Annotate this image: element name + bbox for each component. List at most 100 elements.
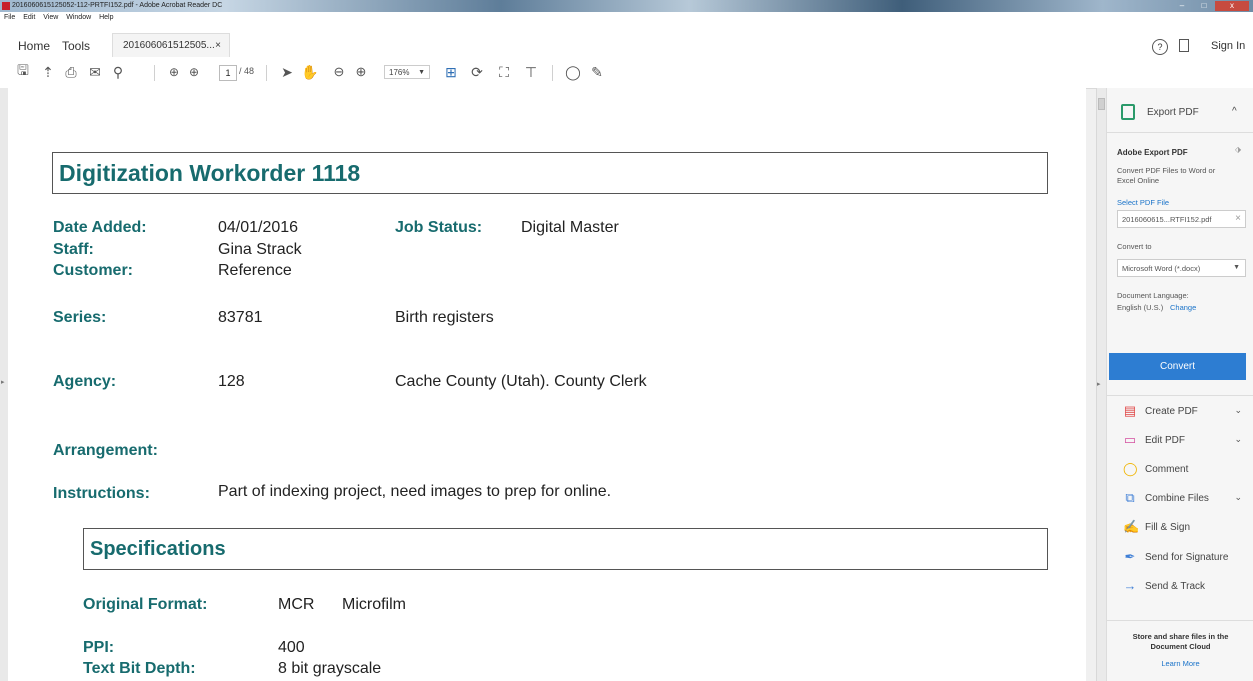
comment-icon[interactable]: ◯ xyxy=(565,63,581,81)
learn-more-link[interactable]: Learn More xyxy=(1107,659,1253,668)
tool-send-for-signature[interactable]: ✒ Send for Signature xyxy=(1107,544,1253,572)
upload-cloud-icon[interactable]: ⇡ xyxy=(40,63,56,81)
specifications-heading: Specifications xyxy=(90,538,226,560)
menu-edit[interactable]: Edit xyxy=(23,14,35,21)
collapse-panel-icon[interactable]: ▸ xyxy=(1097,380,1101,388)
next-page-icon[interactable]: ⊕ xyxy=(186,63,202,81)
select-pdf-link[interactable]: Select PDF File xyxy=(1117,198,1169,207)
document-tab-label: 201606061512505... xyxy=(123,40,215,51)
help-icon[interactable]: ? xyxy=(1152,39,1168,55)
document-language-label: Document Language: xyxy=(1117,291,1189,300)
document-language-value: English (U.S.) xyxy=(1117,303,1164,312)
sign-in-link[interactable]: Sign In xyxy=(1211,40,1245,52)
read-mode-icon[interactable]: ⊤ xyxy=(524,63,538,81)
tab-bar: Home Tools 201606061512505... × ? Sign I… xyxy=(0,23,1253,58)
send-signature-icon: ✒ xyxy=(1124,549,1136,564)
left-panel-handle[interactable]: ▸ xyxy=(0,88,8,681)
edit-pdf-icon: ▭ xyxy=(1123,432,1137,447)
instructions-value: Part of indexing project, need images to… xyxy=(218,483,612,500)
series-name: Birth registers xyxy=(395,309,494,326)
minimize-button[interactable]: – xyxy=(1171,1,1193,11)
cloud-promo-line1: Store and share files in the xyxy=(1132,632,1229,641)
select-cursor-icon[interactable]: ➤ xyxy=(280,63,294,81)
convert-format-select[interactable]: Microsoft Word (*.docx) ▼ xyxy=(1117,259,1246,277)
zoom-in-icon[interactable]: ⊕ xyxy=(354,63,368,81)
tool-send-track[interactable]: → Send & Track xyxy=(1107,573,1253,601)
series-number: 83781 xyxy=(218,309,263,326)
selected-file-field[interactable]: 2016060615...RTFI152.pdf × xyxy=(1117,210,1246,228)
tool-label: Comment xyxy=(1145,464,1189,475)
tool-label: Fill & Sign xyxy=(1145,522,1191,533)
chevron-down-icon: ⌄ xyxy=(1234,492,1242,502)
tool-edit-pdf[interactable]: ▭ Edit PDF ⌄ xyxy=(1107,427,1253,455)
change-language-link[interactable]: Change xyxy=(1170,303,1196,312)
page-total: / 48 xyxy=(239,66,255,76)
staff-label: Staff: xyxy=(53,241,94,258)
export-pdf-header[interactable]: Export PDF xyxy=(1147,107,1199,118)
toolbar: 🖫 ⇡ ⎙ ✉ ⚲ ⊕ ⊕ 1 / 48 ➤ ✋ ⊖ ⊕ 176% ▼ ⊞ ⟳ ⛶… xyxy=(0,57,1253,89)
document-page: Digitization Workorder 1118 Date Added: … xyxy=(8,88,1086,681)
print-icon[interactable]: ⎙ xyxy=(63,63,79,81)
tool-combine-files[interactable]: ⧉ Combine Files ⌄ xyxy=(1107,485,1253,513)
previous-page-icon[interactable]: ⊕ xyxy=(166,63,182,81)
original-format-label: Original Format: xyxy=(83,596,208,613)
window-title-bar: 2016060615125052-112-PRTFI152.pdf - Adob… xyxy=(0,0,1253,12)
job-status-value: Digital Master xyxy=(521,219,619,236)
tool-comment[interactable]: ◯ Comment xyxy=(1107,456,1253,484)
fit-page-icon[interactable]: ⊞ xyxy=(444,63,458,81)
hand-tool-icon[interactable]: ✋ xyxy=(301,63,318,81)
chevron-down-icon: ⌄ xyxy=(1234,434,1242,444)
panel-divider xyxy=(1107,132,1253,133)
panel-divider xyxy=(1107,620,1253,621)
export-desc-line2: Excel Online xyxy=(1117,176,1160,185)
menu-window[interactable]: Window xyxy=(66,14,91,21)
email-icon[interactable]: ✉ xyxy=(87,63,103,81)
tab-home[interactable]: Home xyxy=(18,39,50,53)
convert-button[interactable]: Convert xyxy=(1109,353,1246,380)
workorder-title-box: Digitization Workorder 1118 xyxy=(52,152,1048,194)
agency-name: Cache County (Utah). County Clerk xyxy=(395,373,647,390)
save-icon[interactable]: 🖫 xyxy=(16,62,30,81)
page-number-input[interactable]: 1 xyxy=(219,65,237,81)
agency-number: 128 xyxy=(218,373,245,390)
tool-create-pdf[interactable]: ▤ Create PDF ⌄ xyxy=(1107,398,1253,426)
convert-format-value: Microsoft Word (*.docx) xyxy=(1122,264,1201,273)
maximize-button[interactable]: □ xyxy=(1193,1,1215,11)
menu-view[interactable]: View xyxy=(43,14,58,21)
date-added-label: Date Added: xyxy=(53,219,147,236)
send-track-icon: → xyxy=(1123,578,1137,593)
menu-help[interactable]: Help xyxy=(99,14,113,21)
zoom-select[interactable]: 176% ▼ xyxy=(384,65,430,79)
instructions-label: Instructions: xyxy=(53,485,150,502)
tool-label: Edit PDF xyxy=(1145,435,1186,446)
chevron-down-icon: ▼ xyxy=(1233,264,1240,271)
customer-label: Customer: xyxy=(53,262,134,279)
rotate-icon[interactable]: ⟳ xyxy=(470,63,484,81)
highlight-pen-icon[interactable]: ✎ xyxy=(589,63,605,81)
tab-tools[interactable]: Tools xyxy=(62,39,90,53)
tab-document[interactable]: 201606061512505... × xyxy=(112,33,230,57)
customer-value: Reference xyxy=(218,262,292,279)
specifications-title-box: Specifications xyxy=(83,528,1048,570)
text-bit-depth-value: 8 bit grayscale xyxy=(278,660,382,677)
mobile-link-icon[interactable] xyxy=(1179,39,1189,52)
tool-fill-sign[interactable]: ✍ Fill & Sign xyxy=(1107,514,1253,542)
acrobat-app-icon xyxy=(2,2,10,10)
close-tab-icon[interactable]: × xyxy=(215,34,221,58)
close-window-button[interactable]: x xyxy=(1215,1,1249,11)
staff-value: Gina Strack xyxy=(218,241,302,258)
toolbar-divider xyxy=(154,65,155,81)
zoom-out-icon[interactable]: ⊖ xyxy=(332,63,346,81)
menu-file[interactable]: File xyxy=(4,14,15,21)
comment-icon: ◯ xyxy=(1123,461,1138,476)
remove-file-icon[interactable]: × xyxy=(1235,213,1241,224)
tools-pane: Export PDF ^ Adobe Export PDF ⬗ Convert … xyxy=(1106,88,1253,681)
full-screen-icon[interactable]: ⛶ xyxy=(497,63,511,81)
toolbar-divider xyxy=(552,65,553,81)
tag-icon: ⬗ xyxy=(1235,145,1242,154)
chevron-up-icon[interactable]: ^ xyxy=(1232,106,1237,117)
scrollbar-thumb[interactable] xyxy=(1098,98,1105,110)
search-icon[interactable]: ⚲ xyxy=(110,63,126,81)
ppi-value: 400 xyxy=(278,639,305,656)
menu-bar: File Edit View Window Help xyxy=(0,12,1253,23)
